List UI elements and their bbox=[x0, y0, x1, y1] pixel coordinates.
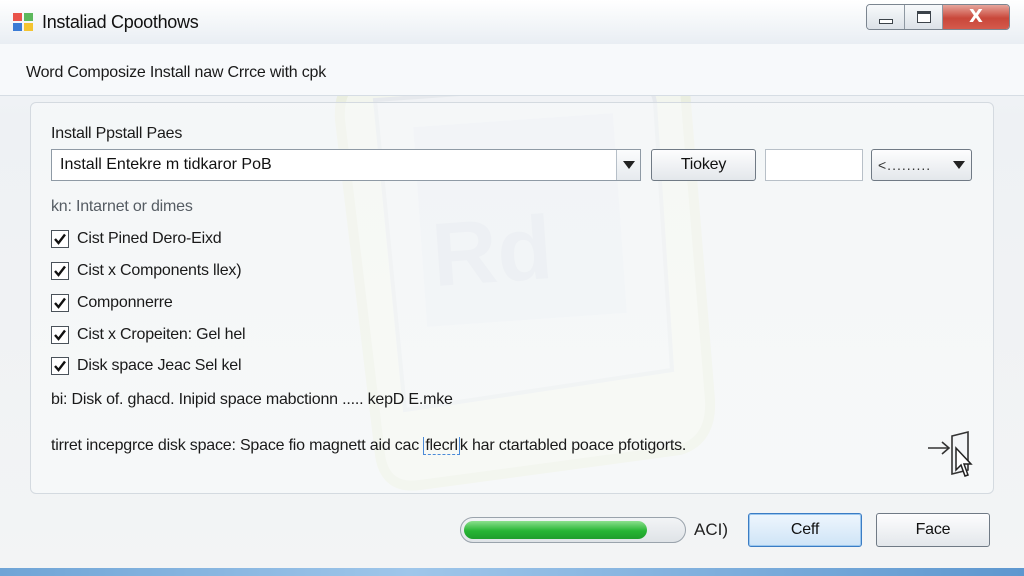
chevron-down-icon bbox=[622, 161, 635, 169]
status-text-pre: tirret incepgrce disk space: Space fio m… bbox=[51, 437, 424, 454]
install-path-combo[interactable]: Install Entekre m tidkaror PoB bbox=[51, 149, 641, 181]
checkbox-label: Cist x Components llex) bbox=[77, 262, 242, 279]
chevron-down-icon bbox=[953, 161, 965, 169]
page-subtitle: Word Composize Install naw Crrce with cp… bbox=[26, 64, 327, 81]
checkbox[interactable] bbox=[51, 262, 69, 280]
status-text-post: k har ctartabled poace pfotigorts. bbox=[459, 437, 687, 454]
checkbox-label: Cist x Cropeiten: Gel hel bbox=[77, 326, 246, 343]
disk-info-line: bi: Disk of. ghacd. Inipid space mabctio… bbox=[51, 391, 453, 408]
checkbox-row-4[interactable]: Cist x Cropeiten: Gel hel bbox=[51, 324, 246, 346]
install-progress-bar bbox=[460, 517, 686, 543]
installer-icon bbox=[13, 13, 33, 31]
maximize-icon bbox=[916, 11, 931, 23]
checkbox-label: Disk space Jeac Sel kel bbox=[77, 357, 242, 374]
title-bar[interactable]: Instaliad Cpoothows X bbox=[0, 0, 1024, 44]
checkbox-row-5[interactable]: Disk space Jeac Sel kel bbox=[51, 355, 242, 377]
install-path-value: Install Entekre m tidkaror PoB bbox=[60, 156, 272, 173]
window-title: Instaliad Cpoothows bbox=[42, 12, 199, 32]
dropdown-value: <......... bbox=[878, 157, 932, 173]
installer-window: Rd Instaliad Cpoothows X Word Composize … bbox=[0, 0, 1024, 576]
section-label: Install Ppstall Paes bbox=[51, 125, 183, 142]
status-line: tirret incepgrce disk space: Space fio m… bbox=[51, 437, 686, 455]
export-arrow-icon[interactable] bbox=[924, 430, 976, 480]
checkbox-row-1[interactable]: Cist Pined Dero-Eixd bbox=[51, 228, 222, 250]
checkbox[interactable] bbox=[51, 326, 69, 344]
checkbox-row-2[interactable]: Cist x Components llex) bbox=[51, 260, 242, 282]
header-band: Word Composize Install naw Crrce with cp… bbox=[0, 44, 1024, 96]
checkmark-icon bbox=[54, 265, 66, 277]
key-input[interactable] bbox=[765, 149, 863, 181]
key-button[interactable]: Tiokey bbox=[651, 149, 756, 181]
checkbox[interactable] bbox=[51, 357, 69, 375]
checkbox[interactable] bbox=[51, 294, 69, 312]
window-controls: X bbox=[866, 4, 1010, 30]
options-dropdown[interactable]: <......... bbox=[871, 149, 972, 181]
primary-button[interactable]: Ceff bbox=[748, 513, 862, 547]
status-link[interactable]: flecrl bbox=[423, 437, 460, 455]
checkmark-icon bbox=[54, 360, 66, 372]
progress-fill bbox=[464, 521, 648, 539]
minimize-button[interactable] bbox=[867, 5, 905, 29]
combo-dropdown-button[interactable] bbox=[616, 150, 640, 180]
checkmark-icon bbox=[54, 233, 66, 245]
progress-label: ACI) bbox=[694, 520, 728, 539]
checkmark-icon bbox=[54, 329, 66, 341]
checkmark-icon bbox=[54, 297, 66, 309]
checkbox[interactable] bbox=[51, 230, 69, 248]
maximize-button[interactable] bbox=[905, 5, 943, 29]
close-icon: X bbox=[969, 6, 983, 27]
minimize-icon bbox=[878, 18, 893, 24]
checkbox-label: Componnerre bbox=[77, 294, 173, 311]
group-label: kn: Intarnet or dimes bbox=[51, 198, 193, 215]
secondary-button[interactable]: Face bbox=[876, 513, 990, 547]
close-button[interactable]: X bbox=[943, 5, 1009, 29]
checkbox-label: Cist Pined Dero-Eixd bbox=[77, 230, 222, 247]
checkbox-row-3[interactable]: Componnerre bbox=[51, 292, 173, 314]
window-bottom-edge bbox=[0, 568, 1024, 576]
